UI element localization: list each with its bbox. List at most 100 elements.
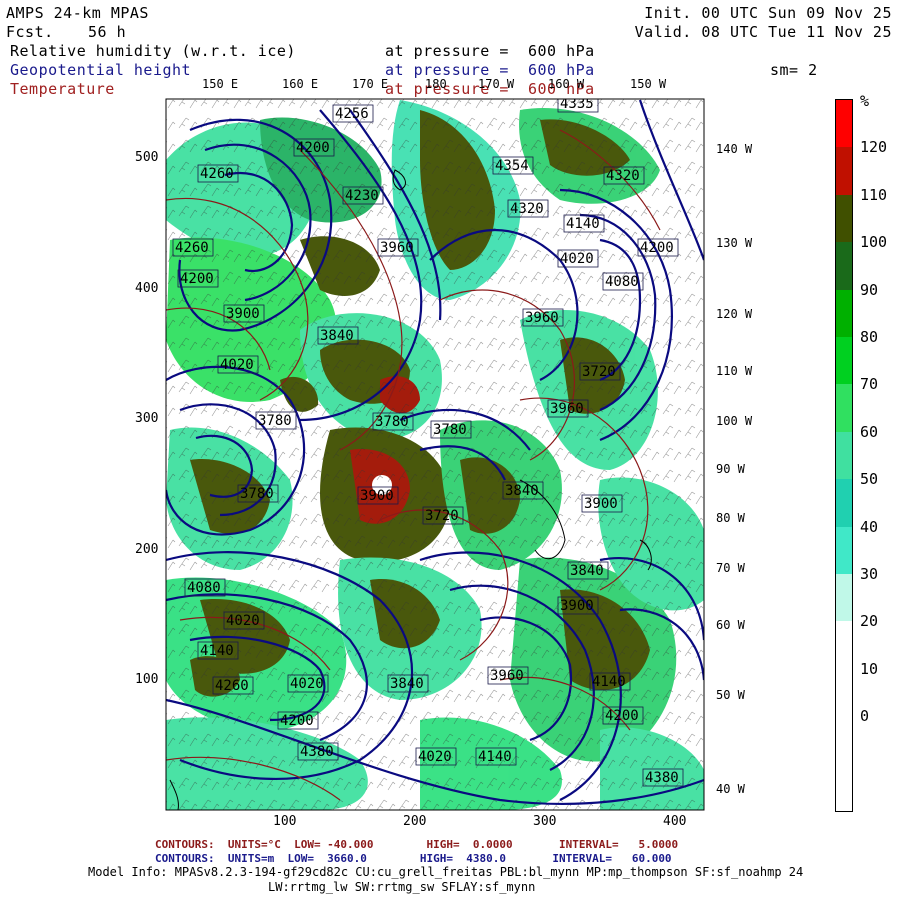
height-label: 3720 (422, 506, 464, 525)
height-label: 4140 (197, 641, 239, 660)
height-label: 4256 (332, 104, 374, 123)
svg-text:4080: 4080 (605, 274, 639, 290)
svg-text:4140: 4140 (566, 216, 600, 232)
height-label: 4200 (293, 138, 335, 157)
right-lon-label: 40 W (716, 782, 745, 796)
height-label: 3840 (502, 481, 544, 500)
right-lon-label: 120 W (716, 307, 753, 321)
top-lon-label: 170 E (352, 77, 389, 91)
height-label: 4380 (642, 768, 684, 787)
svg-text:4020: 4020 (418, 749, 452, 765)
svg-text:3900: 3900 (560, 598, 594, 614)
height-label: 4020 (287, 674, 329, 693)
height-label: 4200 (177, 269, 219, 288)
height-label: 4020 (217, 355, 259, 374)
height-label: 3960 (487, 666, 529, 685)
height-label: 4200 (637, 238, 679, 257)
x-tick-label: 400 (663, 814, 687, 829)
height-label: 3900 (557, 596, 599, 615)
model-info-line1: Model Info: MPASv8.2.3-194-gf29cd82c CU:… (88, 865, 804, 879)
colorbar-segment (836, 668, 852, 717)
svg-text:3780: 3780 (375, 414, 409, 430)
height-label: 4200 (602, 706, 644, 725)
height-label: 4260 (197, 164, 239, 183)
height-label: 3840 (317, 326, 359, 345)
height-label: 4020 (557, 249, 599, 268)
svg-text:4260: 4260 (175, 240, 209, 256)
right-lon-label: 50 W (716, 688, 745, 702)
svg-text:3840: 3840 (570, 563, 604, 579)
svg-text:3840: 3840 (505, 483, 539, 499)
svg-text:4320: 4320 (606, 168, 640, 184)
svg-text:4140: 4140 (200, 643, 234, 659)
height-label: 3960 (522, 308, 564, 327)
colorbar-segment (836, 479, 852, 527)
svg-text:3840: 3840 (390, 676, 424, 692)
svg-text:4200: 4200 (605, 708, 639, 724)
height-label: 4020 (223, 611, 265, 630)
colorbar-segment (836, 763, 852, 811)
colorbar-label: 100 (860, 233, 888, 252)
colorbar-label: 110 (860, 185, 888, 204)
svg-text:3900: 3900 (360, 488, 394, 504)
svg-text:4256: 4256 (335, 106, 369, 122)
model-info-line2: LW:rrtmg_lw SW:rrtmg_sw SFLAY:sf_mynn (268, 880, 536, 894)
top-lon-label: 180 (425, 77, 447, 91)
colorbar-label: 10 (860, 659, 879, 678)
x-tick-label: 100 (273, 814, 297, 829)
colorbar-label: 90 (860, 280, 879, 299)
svg-text:4020: 4020 (290, 676, 324, 692)
top-lon-label: 150 W (630, 77, 667, 91)
height-contour-info: CONTOURS: UNITS=m LOW= 3660.0 HIGH= 4380… (155, 852, 672, 865)
height-label: 4320 (603, 166, 645, 185)
svg-text:4200: 4200 (180, 271, 214, 287)
svg-text:3960: 3960 (490, 668, 524, 684)
y-tick-label: 200 (135, 542, 159, 557)
svg-text:4200: 4200 (280, 713, 314, 729)
colorbar-segment (836, 337, 852, 385)
height-label: 3900 (357, 486, 399, 505)
colorbar-segment (836, 574, 852, 622)
y-tick-label: 100 (135, 672, 159, 687)
height-label: 4230 (342, 186, 384, 205)
right-lon-label: 100 W (716, 414, 753, 428)
height-label: 4140 (589, 672, 631, 691)
right-lon-label: 70 W (716, 561, 745, 575)
temp-contour-info: CONTOURS: UNITS=°C LOW= -40.000 HIGH= 0.… (155, 838, 679, 851)
svg-text:3780: 3780 (240, 486, 274, 502)
colorbar-segment (836, 194, 852, 243)
right-lon-label: 130 W (716, 236, 753, 250)
weather-map: 4256 4200 4260 4230 4354 4335 4320 4320 4140 4260… (165, 98, 705, 811)
svg-text:3900: 3900 (584, 496, 618, 512)
svg-text:4380: 4380 (300, 744, 334, 760)
svg-text:3720: 3720 (582, 364, 616, 380)
svg-text:3840: 3840 (320, 328, 354, 344)
height-label: 4380 (297, 742, 339, 761)
svg-text:4020: 4020 (220, 357, 254, 373)
height-label: 4140 (563, 214, 605, 233)
colorbar-label: 0 (860, 707, 870, 726)
colorbar-label: 120 (860, 138, 888, 157)
height-label: 3900 (581, 494, 623, 513)
svg-text:4080: 4080 (187, 580, 221, 596)
right-lon-label: 140 W (716, 142, 753, 156)
colorbar-label: 70 (860, 375, 879, 394)
top-lon-label: 160 E (282, 77, 319, 91)
x-tick-label: 300 (533, 814, 557, 829)
right-lon-label: 90 W (716, 462, 745, 476)
colorbar-label: 60 (860, 422, 879, 441)
x-tick-label: 200 (403, 814, 427, 829)
height-label: 3780 (372, 412, 414, 431)
svg-text:4260: 4260 (215, 678, 249, 694)
height-label: 3900 (223, 304, 265, 323)
svg-text:4020: 4020 (560, 251, 594, 267)
svg-text:3960: 3960 (525, 310, 559, 326)
colorbar-segment (836, 621, 852, 669)
colorbar-segment (836, 431, 852, 480)
svg-text:3720: 3720 (425, 508, 459, 524)
svg-text:3780: 3780 (433, 422, 467, 438)
svg-text:4200: 4200 (296, 140, 330, 156)
svg-text:3780: 3780 (258, 413, 292, 429)
y-tick-label: 300 (135, 411, 159, 426)
svg-text:4380: 4380 (645, 770, 679, 786)
